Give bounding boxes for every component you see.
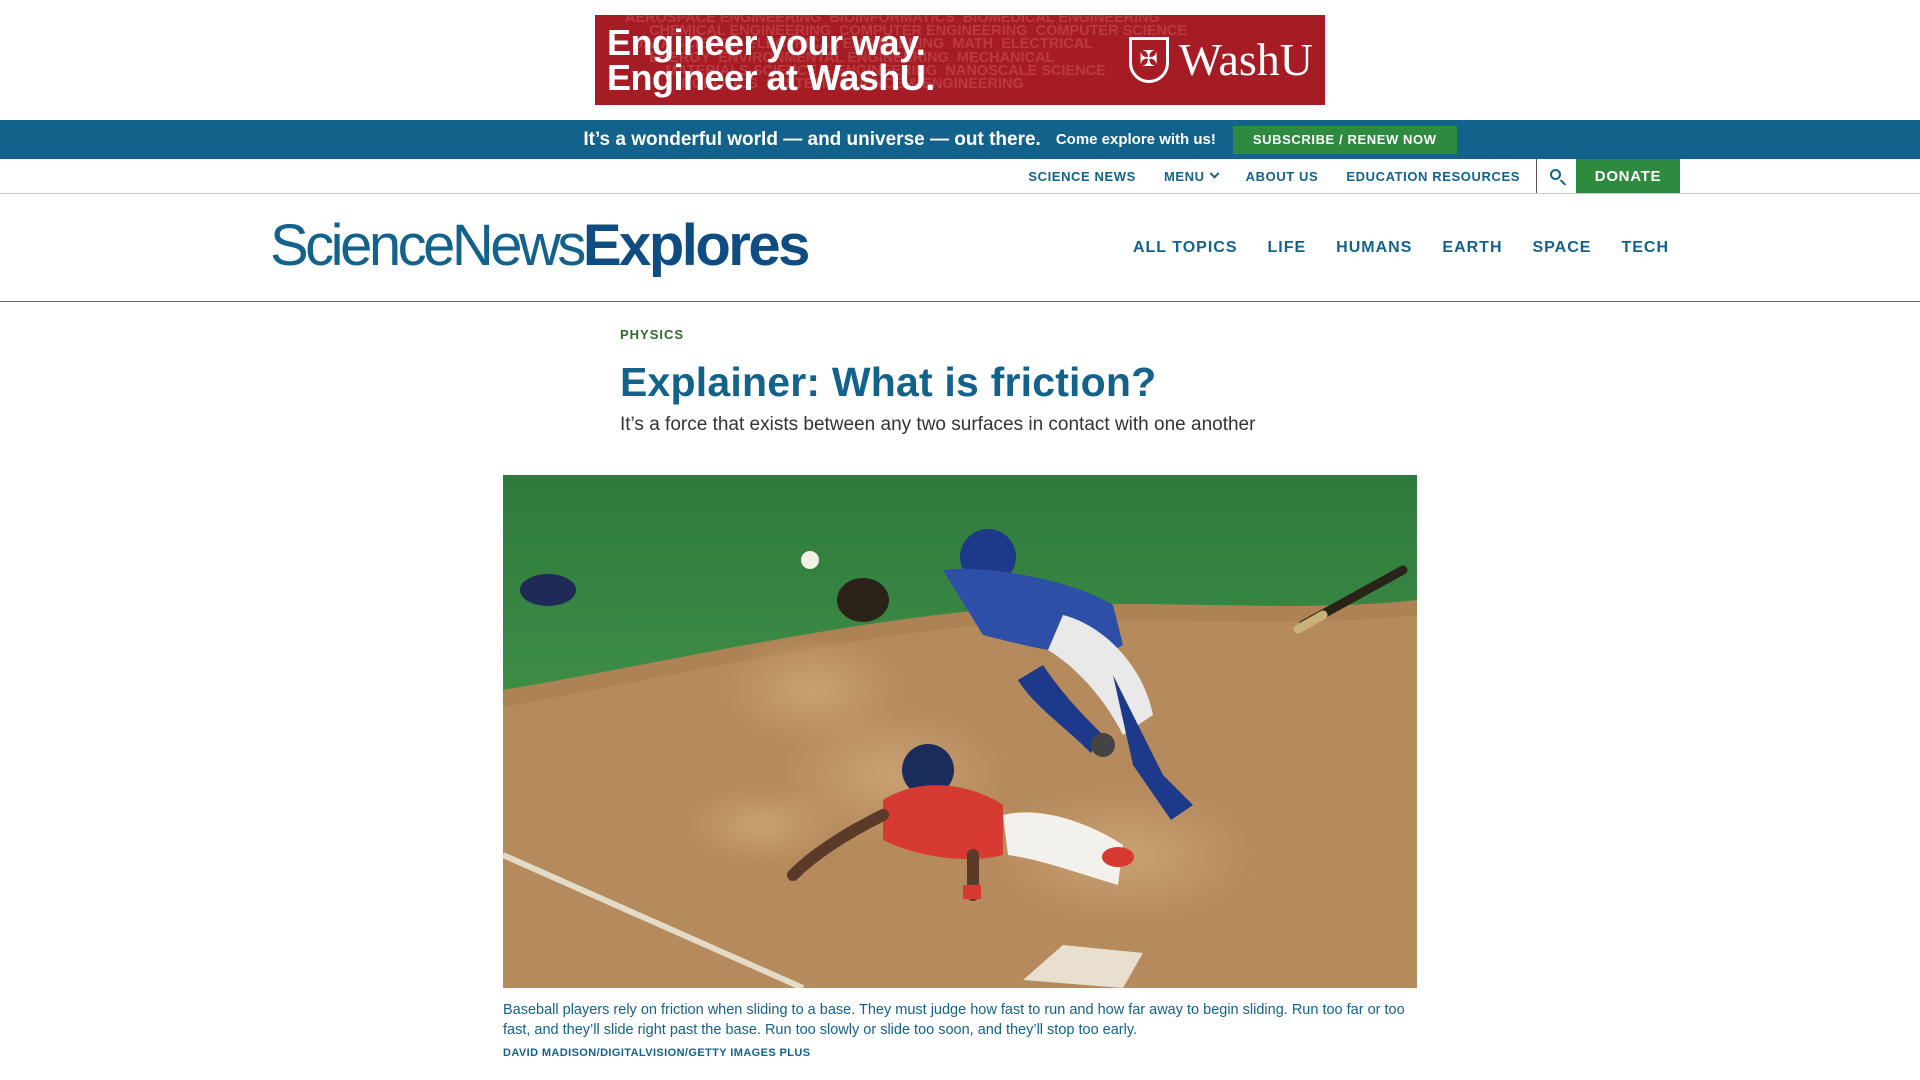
utility-menu-label: MENU	[1163, 168, 1205, 184]
shield-icon: ✠	[1128, 37, 1169, 83]
utility-nav: SCIENCE NEWS MENU ABOUT US EDUCATION RES…	[0, 159, 1920, 194]
nav-earth[interactable]: EARTH	[1442, 239, 1502, 257]
ad-headline-line1: Engineer your way.	[607, 22, 926, 63]
ad-slot: AEROSPACE ENGINEERING BIOINFORMATICS BIO…	[0, 0, 1920, 120]
utility-link-science-news[interactable]: SCIENCE NEWS	[1014, 159, 1150, 193]
site-header: ScienceNewsExplores ALL TOPICS LIFE HUMA…	[0, 194, 1920, 302]
nav-humans[interactable]: HUMANS	[1336, 239, 1412, 257]
ad-headline-line2: Engineer at WashU.	[607, 57, 935, 98]
subscribe-button[interactable]: SUBSCRIBE / RENEW NOW	[1232, 125, 1457, 154]
utility-link-about-us[interactable]: ABOUT US	[1232, 159, 1333, 193]
banner-tagline: It’s a wonderful world — and universe — …	[583, 128, 1041, 150]
utility-link-education-resources[interactable]: EDUCATION RESOURCES	[1332, 159, 1534, 193]
washu-ad-banner[interactable]: AEROSPACE ENGINEERING BIOINFORMATICS BIO…	[595, 15, 1325, 105]
logo-explores: Explores	[582, 213, 811, 278]
article-title: Explainer: What is friction?	[620, 359, 1157, 405]
search-button[interactable]	[1536, 159, 1576, 193]
baseball-slide-photo	[503, 475, 1417, 988]
ad-logo-text: WashU	[1178, 34, 1313, 85]
search-icon	[1549, 169, 1561, 180]
nav-tech[interactable]: TECH	[1621, 239, 1669, 257]
logo-sciencenews: ScienceNews	[270, 213, 586, 278]
utility-menu-toggle[interactable]: MENU	[1150, 159, 1232, 193]
article-category[interactable]: PHYSICS	[620, 327, 684, 342]
image-caption: Baseball players rely on friction when s…	[503, 1002, 1405, 1038]
subscribe-banner: It’s a wonderful world — and universe — …	[0, 120, 1920, 159]
chevron-down-icon	[1209, 168, 1220, 179]
banner-subtext: Come explore with us!	[1055, 131, 1216, 148]
nav-all-topics[interactable]: ALL TOPICS	[1133, 239, 1238, 257]
donate-button[interactable]: DONATE	[1576, 159, 1680, 193]
site-logo[interactable]: ScienceNewsExplores	[270, 212, 811, 279]
nav-space[interactable]: SPACE	[1533, 239, 1592, 257]
ad-logo: ✠ WashU	[1128, 34, 1313, 85]
image-credit: DAVID MADISON/DIGITALVISION/GETTY IMAGES…	[503, 1047, 811, 1059]
topic-nav: ALL TOPICS LIFE HUMANS EARTH SPACE TECH	[1133, 194, 1669, 302]
ad-headline: Engineer your way. Engineer at WashU.	[607, 22, 935, 98]
article-hero-image	[503, 475, 1417, 988]
article-dek: It’s a force that exists between any two…	[620, 414, 1256, 435]
nav-life[interactable]: LIFE	[1268, 239, 1307, 257]
